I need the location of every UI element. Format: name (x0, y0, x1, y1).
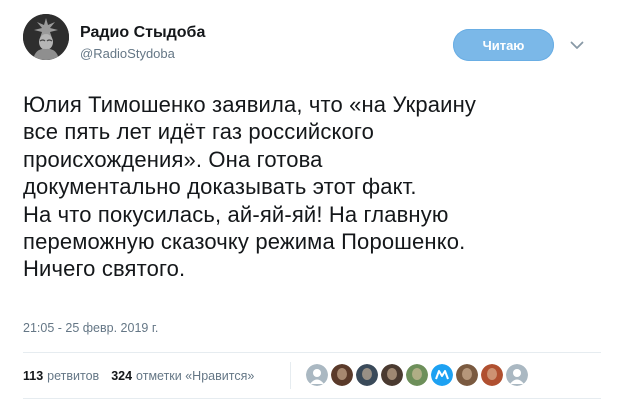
chevron-down-icon[interactable] (568, 36, 586, 54)
liker-avatar-2[interactable] (331, 364, 353, 386)
engagement-stats: 113 ретвитов 324 отметки «Нравится» (23, 367, 254, 385)
account-avatar[interactable] (23, 14, 69, 60)
retweets-count[interactable]: 113 (23, 369, 43, 383)
stats-separator (290, 362, 291, 389)
tweet-text-line: все пять лет идёт газ российского (23, 119, 374, 145)
liker-avatar-8[interactable] (481, 364, 503, 386)
statue-of-liberty-avatar-icon (23, 14, 69, 60)
likes-label[interactable]: отметки «Нравится» (136, 369, 254, 383)
liker-default-avatar-1[interactable] (306, 364, 328, 386)
account-handle[interactable]: @RadioStydoba (80, 46, 175, 61)
liker-default-avatar-9[interactable] (506, 364, 528, 386)
liker-avatar-6[interactable] (431, 364, 453, 386)
tweet-timestamp[interactable]: 21:05 - 25 февр. 2019 г. (23, 321, 158, 335)
divider (23, 352, 601, 353)
tweet-text-line: Ничего святого. (23, 256, 186, 282)
liker-avatars (306, 364, 531, 388)
divider (23, 398, 601, 399)
tweet-card: Радио Стыдоба @RadioStydoba Читаю Юлия Т… (0, 0, 619, 411)
tweet-text-line: происхождения». Она готова (23, 146, 323, 172)
following-button[interactable]: Читаю (453, 29, 554, 61)
likes-count[interactable]: 324 (111, 369, 132, 383)
tweet-text-line: На что покусилась, ай-яй-яй! На главную (23, 201, 449, 227)
liker-avatar-3[interactable] (356, 364, 378, 386)
tweet-text-line: переможную сказочку режима Порошенко. (23, 229, 466, 255)
tweet-text: Юлия Тимошенко заявила, что «на Украину … (23, 91, 603, 283)
tweet-text-line: документально доказывать этот факт. (23, 174, 417, 200)
tweet-text-line: Юлия Тимошенко заявила, что «на Украину (23, 92, 477, 117)
liker-avatar-4[interactable] (381, 364, 403, 386)
liker-avatar-7[interactable] (456, 364, 478, 386)
liker-avatar-5[interactable] (406, 364, 428, 386)
account-name[interactable]: Радио Стыдоба (80, 24, 205, 42)
retweets-label[interactable]: ретвитов (47, 369, 99, 383)
